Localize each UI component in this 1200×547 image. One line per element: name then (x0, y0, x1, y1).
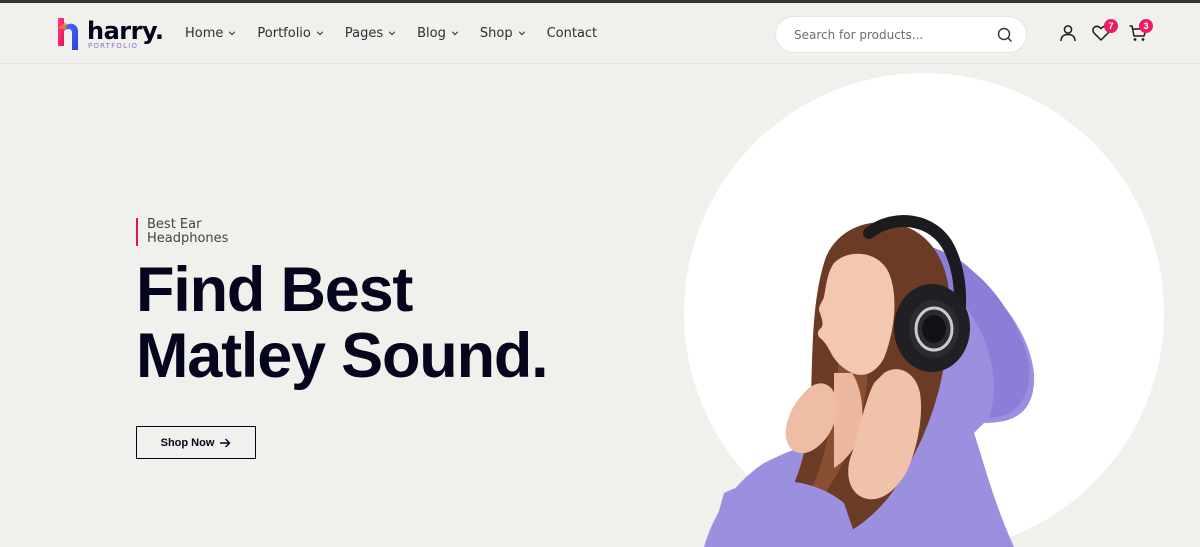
hero-title-line2: Matley Sound. (136, 321, 549, 391)
nav-item-label: Pages (344, 25, 384, 41)
search-icon[interactable] (997, 27, 1013, 43)
site-header: harry. PORTFOLIO Home Portfolio Pages Bl… (0, 3, 1200, 64)
nav-item-contact[interactable]: Contact (547, 23, 598, 43)
shop-now-button[interactable]: Shop Now (136, 426, 256, 459)
chevron-down-icon (451, 31, 459, 36)
nav-item-blog[interactable]: Blog (417, 23, 459, 43)
nav-item-label: Contact (546, 25, 598, 41)
hero-image (704, 215, 1035, 547)
search-input[interactable] (794, 26, 984, 44)
nav-item-pages[interactable]: Pages (345, 23, 396, 43)
nav-item-label: Portfolio (257, 25, 311, 41)
shop-now-label: Shop Now (160, 436, 215, 449)
nav-item-shop[interactable]: Shop (480, 23, 526, 43)
brand-logo[interactable]: harry. PORTFOLIO (56, 16, 164, 52)
nav-item-portfolio[interactable]: Portfolio (257, 23, 324, 43)
chevron-down-icon (229, 31, 236, 36)
cart-count-badge: 3 (1139, 19, 1153, 33)
wishlist-count-badge: 7 (1104, 19, 1118, 33)
nav-item-label: Blog (417, 25, 446, 41)
logo-mark-icon (58, 18, 78, 50)
chevron-down-icon (388, 31, 396, 36)
chevron-down-icon (316, 31, 324, 36)
logo-tagline: PORTFOLIO (88, 42, 139, 50)
user-icon[interactable] (1058, 23, 1078, 43)
nav-item-home[interactable]: Home (185, 23, 236, 43)
hero-subtitle-line1: Best Ear (147, 217, 202, 232)
arrow-right-icon (220, 438, 231, 447)
logo-wordmark: harry. (87, 17, 164, 45)
main-nav: Home Portfolio Pages Blog Shop Contact (185, 23, 618, 43)
hero-title: Find Best Matley Sound. (136, 257, 656, 389)
hero-title-line1: Find Best (136, 255, 413, 325)
chevron-down-icon (518, 31, 525, 36)
nav-item-label: Home (185, 25, 224, 41)
hero-subtitle: Best Ear Headphones (136, 218, 246, 246)
hero-subtitle-line2: Headphones (147, 231, 229, 246)
nav-item-label: Shop (479, 25, 513, 41)
product-search (775, 16, 1027, 53)
